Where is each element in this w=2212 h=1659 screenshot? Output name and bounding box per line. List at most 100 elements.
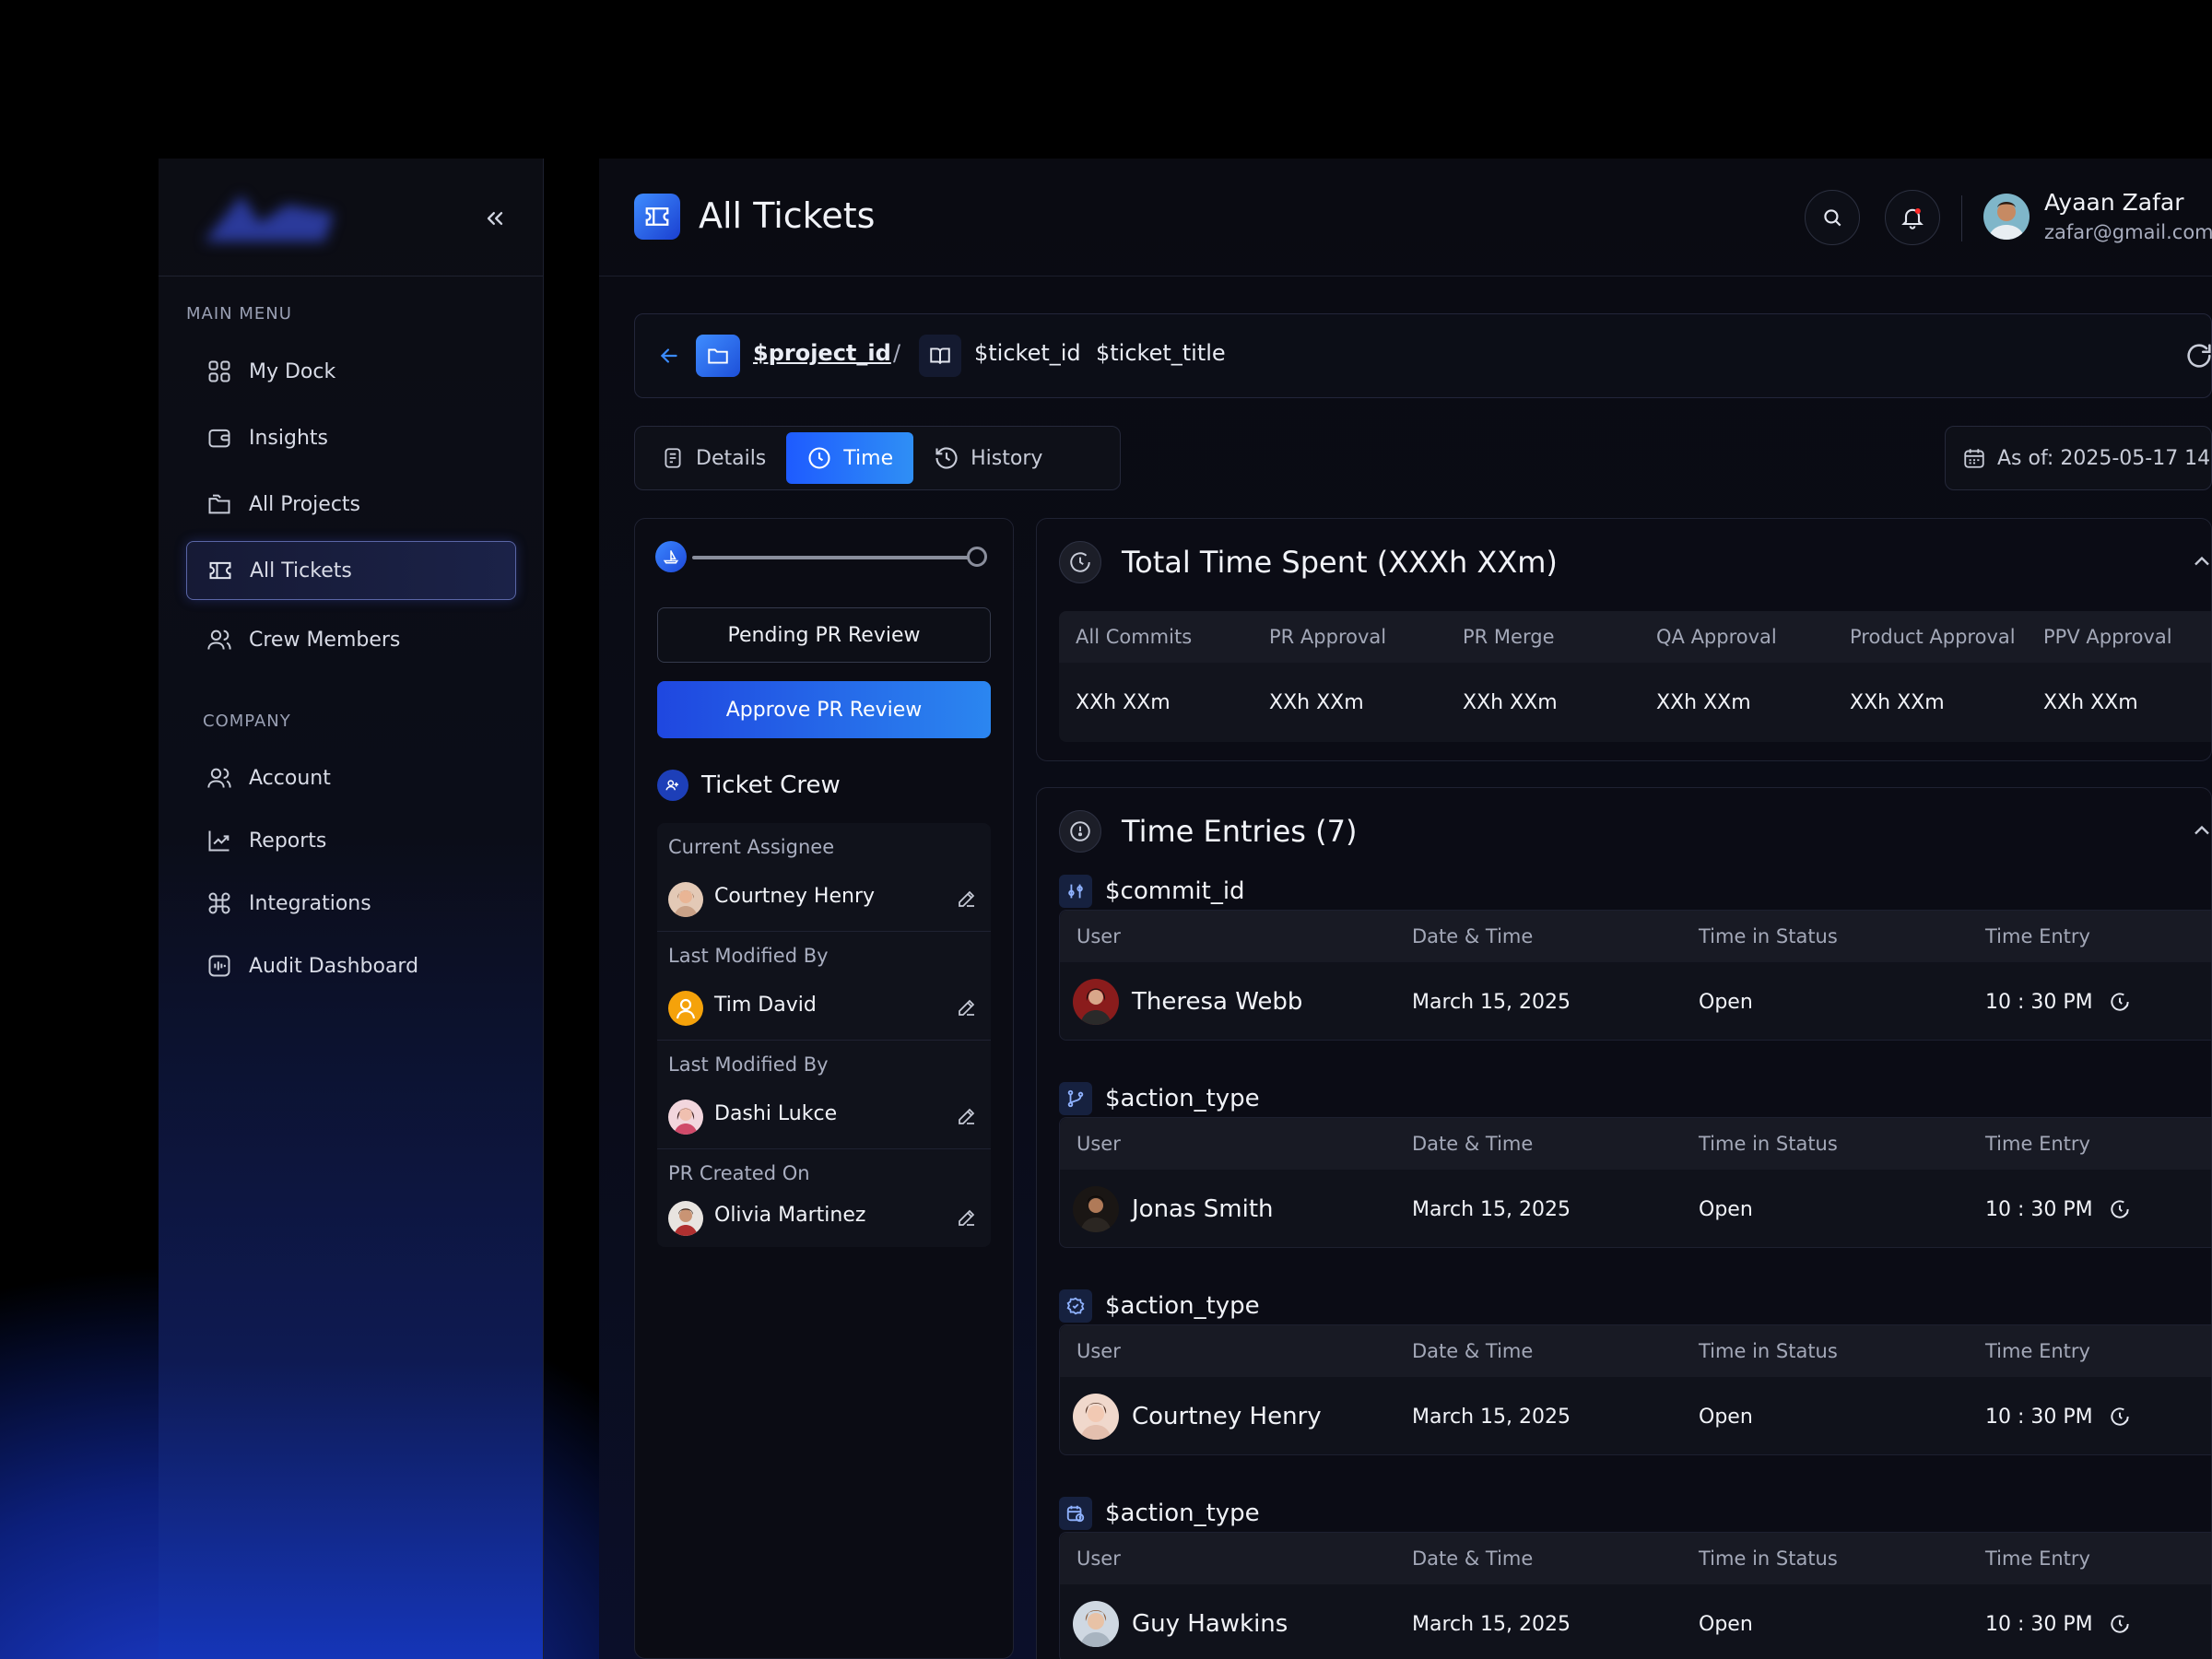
table-row[interactable]: Courtney Henry March 15, 2025 Open 10 : … bbox=[1060, 1377, 2211, 1456]
group-title: $action_type bbox=[1105, 1292, 1260, 1320]
commit-icon bbox=[1059, 875, 1092, 908]
clock-edit-icon[interactable] bbox=[2108, 1405, 2132, 1429]
crew-role-label: PR Created On bbox=[668, 1162, 810, 1184]
sidebar-item-integrations[interactable]: Integrations bbox=[186, 874, 516, 933]
sidebar-item-label: Audit Dashboard bbox=[249, 954, 419, 978]
tab-time[interactable]: Time bbox=[786, 432, 914, 484]
history-icon bbox=[935, 447, 958, 469]
logo bbox=[205, 195, 334, 241]
column-header: Date & Time bbox=[1412, 925, 1534, 947]
breadcrumb-project[interactable]: $project_id bbox=[753, 340, 891, 366]
time-entry-cell: 10 : 30 PM bbox=[1985, 1197, 2211, 1221]
folder-icon-badge bbox=[696, 335, 740, 377]
sidebar-item-insights[interactable]: Insights bbox=[186, 408, 516, 467]
column-header: Time Entry bbox=[1985, 925, 2090, 947]
status-cell: Open bbox=[1699, 1612, 1753, 1636]
sidebar-item-my-dock[interactable]: My Dock bbox=[186, 342, 516, 401]
user-name: Theresa Webb bbox=[1132, 988, 1303, 1016]
branch-icon bbox=[1059, 1082, 1092, 1115]
table-cell: XXh XXm bbox=[1076, 690, 1171, 714]
crew-list: Current Assignee Courtney Henry Last Mod… bbox=[657, 823, 991, 1247]
clock-edit-icon[interactable] bbox=[2108, 1612, 2132, 1636]
table-cell: XXh XXm bbox=[1463, 690, 1558, 714]
table-row[interactable]: Theresa Webb March 15, 2025 Open 10 : 30… bbox=[1060, 962, 2211, 1041]
user-email: zafar@gmail.com bbox=[2044, 221, 2212, 243]
time-entry-value: 10 : 30 PM bbox=[1985, 990, 2093, 1014]
group-heading: $action_type bbox=[1059, 1289, 1260, 1323]
status-cell: Open bbox=[1699, 1197, 1753, 1221]
table-row[interactable]: Guy Hawkins March 15, 2025 Open 10 : 30 … bbox=[1060, 1584, 2211, 1659]
company-label: COMPANY bbox=[203, 712, 291, 731]
as-of-date-picker[interactable]: As of: 2025-05-17 14:22 bbox=[1945, 426, 2212, 490]
crew-role-label: Last Modified By bbox=[668, 945, 829, 967]
folders-icon bbox=[208, 494, 230, 514]
progress-track bbox=[692, 556, 985, 559]
avatar bbox=[668, 1201, 703, 1236]
main-content: All Tickets Ayaan Zafar zafar@gmail.com … bbox=[599, 159, 2212, 1659]
crew-item: Last Modified By Dashi Lukce bbox=[657, 1041, 991, 1149]
ticket-icon bbox=[209, 561, 231, 580]
column-header: Product Approval bbox=[1850, 626, 2016, 648]
ticket-crew-title: Ticket Crew bbox=[701, 771, 841, 799]
table-header-row: User Date & Time Time in Status Time Ent… bbox=[1060, 1325, 2211, 1377]
time-entries-heading: Time Entries (7) bbox=[1059, 810, 1357, 853]
sidebar-item-label: All Tickets bbox=[250, 559, 352, 582]
edit-icon[interactable] bbox=[956, 888, 978, 910]
search-button[interactable] bbox=[1805, 190, 1860, 245]
compass-icon bbox=[1059, 810, 1101, 853]
chevron-up-icon[interactable] bbox=[2189, 818, 2212, 843]
sailboat-icon[interactable] bbox=[655, 541, 687, 572]
sidebar-item-audit-dashboard[interactable]: Audit Dashboard bbox=[186, 936, 516, 995]
column-header: User bbox=[1077, 925, 1121, 947]
collapse-sidebar-button[interactable] bbox=[477, 200, 513, 237]
edit-icon[interactable] bbox=[956, 1206, 978, 1229]
edit-icon[interactable] bbox=[956, 996, 978, 1018]
back-arrow-icon[interactable] bbox=[657, 344, 681, 368]
clock-edit-icon[interactable] bbox=[2108, 1197, 2132, 1221]
tab-history[interactable]: History bbox=[913, 432, 1063, 484]
status-cell: Open bbox=[1699, 1405, 1753, 1429]
column-header: User bbox=[1077, 1133, 1121, 1155]
sidebar-item-label: Reports bbox=[249, 829, 327, 853]
avatar bbox=[668, 882, 703, 917]
edit-icon[interactable] bbox=[956, 1105, 978, 1127]
time-entry-table: User Date & Time Time in Status Time Ent… bbox=[1059, 1532, 2211, 1659]
tab-details[interactable]: Details bbox=[641, 432, 786, 484]
ticket-app-icon bbox=[634, 194, 680, 240]
notifications-button[interactable] bbox=[1885, 190, 1940, 245]
crew-member-name: Courtney Henry bbox=[714, 885, 876, 908]
crew-role-label: Last Modified By bbox=[668, 1053, 829, 1076]
total-time-heading: Total Time Spent (XXXh XXm) bbox=[1059, 541, 1558, 583]
pending-pr-review-button[interactable]: Pending PR Review bbox=[657, 607, 991, 663]
sidebar-item-account[interactable]: Account bbox=[186, 748, 516, 807]
user-avatar-image bbox=[1983, 194, 2030, 240]
sidebar-item-all-tickets[interactable]: All Tickets bbox=[186, 541, 516, 600]
sidebar-item-all-projects[interactable]: All Projects bbox=[186, 475, 516, 534]
chevron-up-icon[interactable] bbox=[2189, 548, 2212, 574]
sidebar-item-crew-members[interactable]: Crew Members bbox=[186, 610, 516, 669]
user-cell: Jonas Smith bbox=[1060, 1186, 1412, 1232]
time-entry-value: 10 : 30 PM bbox=[1985, 1405, 2093, 1429]
divider bbox=[1961, 195, 1962, 241]
table-row[interactable]: Jonas Smith March 15, 2025 Open 10 : 30 … bbox=[1060, 1170, 2211, 1249]
ticket-icon bbox=[645, 207, 669, 226]
clock-edit-icon[interactable] bbox=[2108, 990, 2132, 1014]
users-icon bbox=[207, 768, 231, 788]
ticket-status-panel: Pending PR Review Approve PR Review Tick… bbox=[634, 518, 1014, 1659]
clock-icon bbox=[1059, 541, 1101, 583]
calendar-clock-icon bbox=[1059, 1497, 1092, 1530]
column-header: User bbox=[1077, 1547, 1121, 1570]
date-cell: March 15, 2025 bbox=[1412, 1405, 1571, 1429]
progress-handle[interactable] bbox=[967, 547, 987, 567]
avatar[interactable] bbox=[1983, 194, 2030, 240]
tab-bar: Details Time History bbox=[634, 426, 1121, 490]
approve-pr-review-button[interactable]: Approve PR Review bbox=[657, 681, 991, 738]
refresh-icon[interactable] bbox=[2183, 340, 2212, 371]
sidebar-item-label: Account bbox=[249, 766, 331, 790]
group-title: $action_type bbox=[1105, 1085, 1260, 1112]
sailboat-glyph bbox=[663, 550, 679, 564]
total-time-title: Total Time Spent (XXXh XXm) bbox=[1122, 545, 1558, 580]
user-cell: Guy Hawkins bbox=[1060, 1601, 1412, 1647]
sidebar-item-reports[interactable]: Reports bbox=[186, 811, 516, 870]
date-cell: March 15, 2025 bbox=[1412, 990, 1571, 1014]
